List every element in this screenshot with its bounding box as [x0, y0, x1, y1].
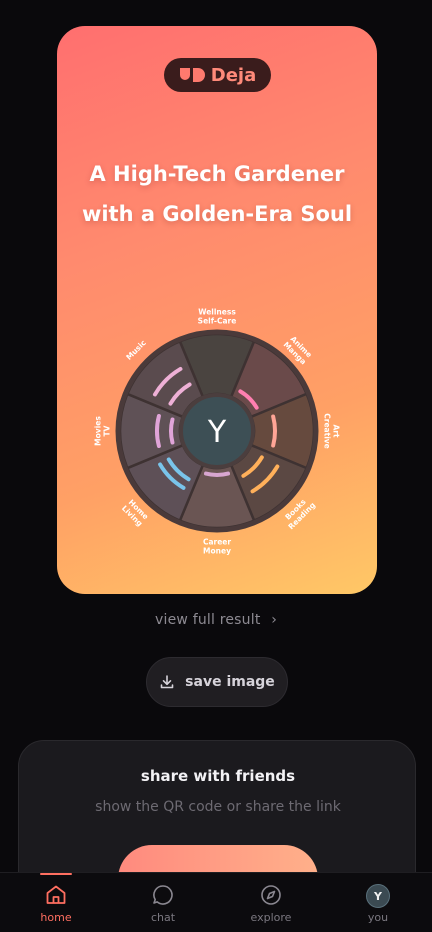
- result-title-line-1: A High-Tech Gardener: [89, 162, 345, 186]
- tab-home[interactable]: home: [16, 873, 96, 932]
- wheel-category-line: Self-Care: [198, 317, 237, 326]
- avatar-initial: Y: [207, 415, 227, 450]
- wheel-category-line: Money: [203, 547, 231, 556]
- home-icon: [46, 885, 66, 904]
- wheel-category-line: TV: [103, 425, 112, 436]
- brand-name: Deja: [210, 64, 257, 86]
- save-image-label: save image: [185, 674, 275, 690]
- tab-you-label: you: [367, 911, 389, 924]
- bottom-tab-bar: home chat explore Y you: [0, 872, 432, 932]
- active-tab-indicator: [40, 873, 72, 875]
- app-screen: Deja A High-Tech Gardener with a Golden-…: [0, 0, 432, 932]
- share-subtitle: show the QR code or share the link: [95, 799, 341, 815]
- tab-chat-label: chat: [150, 911, 176, 924]
- download-icon: [160, 675, 174, 689]
- avatar: Y: [366, 884, 390, 908]
- view-full-result-link[interactable]: view full result ›: [0, 612, 432, 628]
- save-image-button[interactable]: save image: [146, 657, 288, 707]
- compass-icon: [261, 885, 281, 905]
- wheel-category-line: Creative: [323, 413, 332, 448]
- wheel-arc: [271, 414, 277, 448]
- result-title: A High-Tech Gardener with a Golden-Era S…: [67, 154, 367, 234]
- wheel-category-label: Wellness Self-Care: [198, 308, 237, 326]
- chat-bubble-icon: [153, 885, 173, 905]
- tab-explore-label: explore: [250, 911, 292, 924]
- tab-home-label: home: [40, 911, 72, 924]
- wheel-category-line: Movies: [94, 416, 103, 446]
- share-title: share with friends: [140, 767, 296, 785]
- tab-explore[interactable]: explore: [231, 873, 311, 932]
- wheel-category-label: ArtCreative: [323, 413, 341, 448]
- result-card: Deja A High-Tech Gardener with a Golden-…: [57, 26, 377, 594]
- brand-badge: Deja: [164, 58, 271, 92]
- interest-wheel: Y Wellness Self-CareAnimeMangaArtCreative…: [94, 308, 341, 556]
- wheel-category-line: Wellness: [198, 308, 236, 317]
- tab-chat[interactable]: chat: [123, 873, 203, 932]
- wheel-category-label: MoviesTV: [94, 416, 112, 446]
- wheel-arc: [203, 471, 231, 477]
- wheel-category-line: Art: [332, 424, 341, 438]
- wheel-category-label: Music: [124, 338, 148, 362]
- wheel-category-label: Career Money: [203, 538, 231, 556]
- chevron-right-icon: ›: [271, 612, 277, 628]
- wheel-category-line: Career: [203, 538, 231, 547]
- wheel-arc: [155, 413, 161, 449]
- deja-logo-icon: [179, 68, 205, 82]
- wheel-arc: [169, 417, 175, 445]
- view-full-result-label: view full result: [155, 612, 261, 628]
- wheel-category-line: Music: [124, 338, 148, 362]
- tab-you[interactable]: Y you: [338, 873, 418, 932]
- result-title-line-2: with a Golden-Era Soul: [81, 202, 353, 226]
